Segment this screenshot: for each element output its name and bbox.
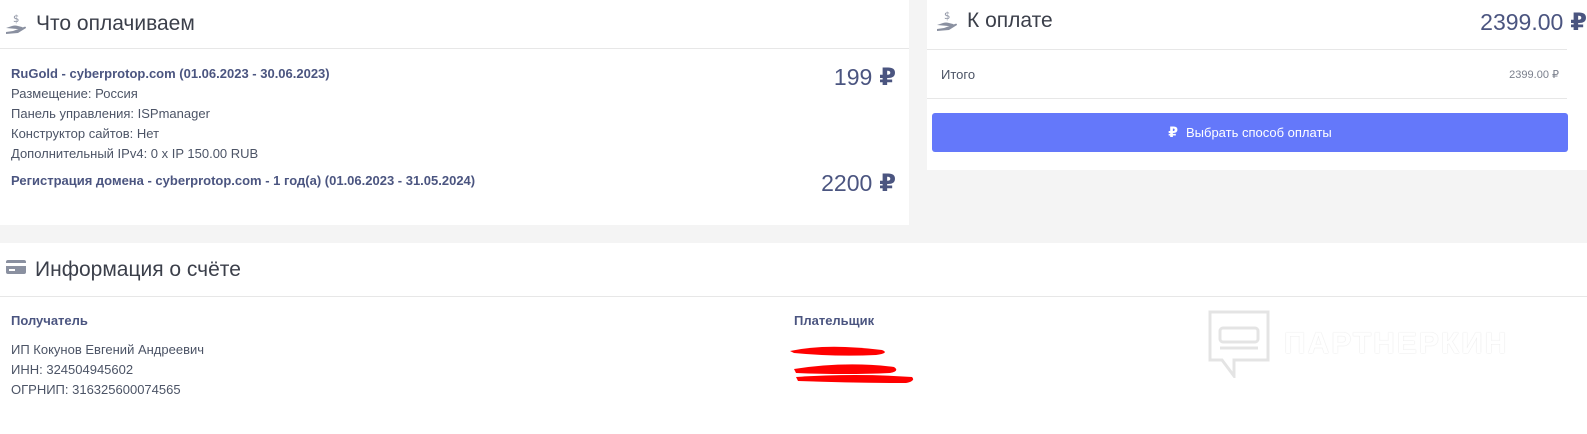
choose-payment-method-label: Выбрать способ оплаты [1185, 125, 1332, 140]
total-row: Итого 2399.00 ₽ [927, 49, 1567, 99]
order-item-detail: Дополнительный IPv4: 0 x IP 150.00 RUB [11, 146, 259, 161]
ruble-icon: ₽ [1168, 124, 1178, 140]
svg-text:$: $ [13, 14, 19, 25]
order-item-price: 199 ₽ [834, 63, 896, 92]
payment-panel: $ К оплате 2399.00 ₽ Итого 2399.00 ₽ ₽ В… [927, 0, 1587, 170]
choose-payment-method-button[interactable]: ₽ Выбрать способ оплаты [932, 113, 1568, 152]
recipient-label: Получатель [11, 313, 88, 328]
payment-total: 2399.00 ₽ [1480, 8, 1587, 37]
hand-coin-icon: $ [4, 13, 28, 35]
recipient-line: ИП Кокунов Евгений Андреевич [11, 342, 205, 357]
order-title: Что оплачиваем [36, 12, 195, 35]
order-panel: $ Что оплачиваем RuGold - cyberprotop.co… [0, 0, 909, 225]
redaction-scribble [790, 346, 914, 383]
order-item-detail: Панель управления: ISPmanager [11, 106, 210, 121]
order-panel-header: $ Что оплачиваем [0, 0, 909, 49]
ruble-icon: ₽ [1570, 9, 1587, 36]
order-item-title: Регистрация домена - cyberprotop.com - 1… [11, 173, 476, 188]
ruble-icon: ₽ [879, 170, 896, 197]
recipient-line: ИНН: 324504945602 [11, 362, 134, 377]
watermark-text: ПАРТНЕРКИН [1284, 327, 1509, 360]
credit-card-icon [5, 259, 27, 281]
order-item-hosting: RuGold - cyberprotop.com (01.06.2023 - 3… [11, 64, 330, 164]
order-item-price: 2200 ₽ [821, 169, 896, 198]
ruble-icon: ₽ [879, 64, 896, 91]
total-value: 2399.00 [1480, 9, 1564, 35]
price-value: 2200 [821, 170, 873, 196]
order-item-title: RuGold - cyberprotop.com (01.06.2023 - 3… [11, 66, 330, 81]
order-item-detail: Размещение: Россия [11, 86, 138, 101]
partnerkin-logo-icon [1208, 310, 1270, 378]
payment-panel-header: $ К оплате 2399.00 ₽ [927, 0, 1587, 42]
total-row-value: 2399.00 ₽ [1509, 68, 1559, 81]
total-row-label: Итого [941, 66, 976, 82]
price-value: 199 [833, 64, 873, 90]
order-item-domain: Регистрация домена - cyberprotop.com - 1… [11, 171, 475, 191]
payment-title: К оплате [967, 9, 1053, 32]
svg-text:$: $ [944, 11, 950, 22]
partnerkin-watermark: ПАРТНЕРКИН [1208, 310, 1508, 378]
invoice-panel-header: Информация о счёте [0, 243, 1587, 297]
payer-label: Плательщик [794, 313, 875, 328]
invoice-title: Информация о счёте [35, 257, 241, 281]
recipient-line: ОГРНИП: 316325600074565 [11, 382, 181, 397]
hand-coin-icon: $ [935, 10, 959, 32]
order-item-detail: Конструктор сайтов: Нет [11, 126, 160, 141]
recipient-details: ИП Кокунов Евгений Андреевич ИНН: 324504… [11, 340, 204, 400]
